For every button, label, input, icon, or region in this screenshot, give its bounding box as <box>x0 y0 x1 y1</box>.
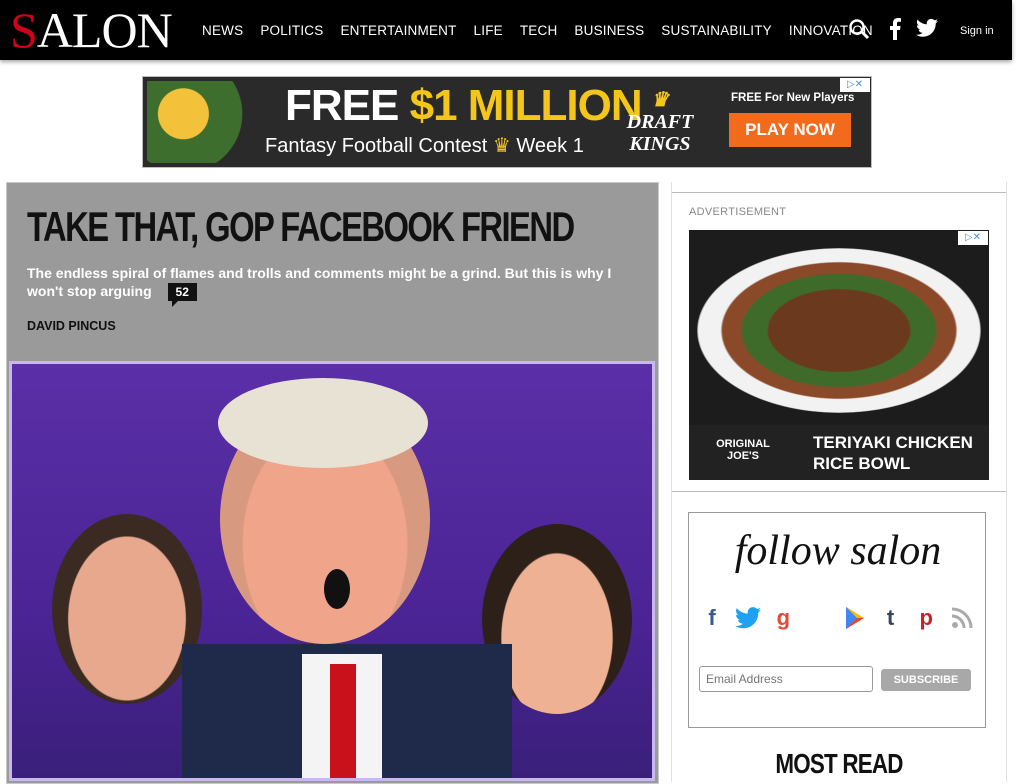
football-helmet-image <box>147 81 251 163</box>
twitter-icon[interactable] <box>734 603 761 638</box>
apple-icon[interactable] <box>806 603 832 638</box>
google-play-icon[interactable] <box>842 603 868 638</box>
sidebar-ad[interactable]: ORIGINAL JOE'S TERIYAKI CHICKEN RICE BOW… <box>689 230 989 480</box>
facebook-icon[interactable] <box>888 18 902 45</box>
article-author[interactable]: DAVID PINCUS <box>27 319 116 333</box>
search-icon[interactable] <box>848 18 870 45</box>
comment-count-badge[interactable]: 52 <box>167 283 197 308</box>
nav-news[interactable]: NEWS <box>202 23 243 38</box>
facebook-icon[interactable]: f <box>699 603 725 638</box>
divider <box>672 192 1006 193</box>
sidebar: ADVERTISEMENT ORIGINAL JOE'S TERIYAKI CH… <box>671 182 1007 782</box>
adchoices-icon[interactable]: ▷✕ <box>958 231 988 245</box>
article-hero-image[interactable] <box>9 361 655 781</box>
email-field[interactable] <box>699 666 873 692</box>
advertisement-label: ADVERTISEMENT <box>689 206 787 218</box>
salon-logo[interactable]: SALON <box>10 2 173 58</box>
rss-icon[interactable] <box>949 603 975 638</box>
pinterest-icon[interactable]: p <box>913 603 939 638</box>
nav-politics[interactable]: POLITICS <box>260 23 323 38</box>
play-now-button[interactable]: PLAY NOW <box>729 113 851 147</box>
ad-subline: Fantasy Football Contest ♛ Week 1 <box>265 135 584 157</box>
site-header: SALON NEWS POLITICS ENTERTAINMENT LIFE T… <box>0 0 1012 60</box>
ad-headline: FREE $1 MILLION <box>285 81 643 130</box>
nav-entertainment[interactable]: ENTERTAINMENT <box>340 23 456 38</box>
subscribe-button[interactable]: SUBSCRIBE <box>881 669 971 691</box>
tumblr-icon[interactable]: t <box>878 603 904 638</box>
most-read-heading: MOST READ <box>775 748 903 779</box>
divider <box>672 491 1006 492</box>
google-plus-icon[interactable]: g <box>770 603 796 638</box>
hero-photo-tie <box>330 664 356 778</box>
top-ad-banner[interactable]: FREE $1 MILLION Fantasy Football Contest… <box>142 76 872 168</box>
main-nav: NEWS POLITICS ENTERTAINMENT LIFE TECH BU… <box>202 0 873 60</box>
nav-life[interactable]: LIFE <box>474 23 503 38</box>
original-joes-logo: ORIGINAL JOE'S <box>716 438 770 462</box>
ad-dish-name: TERIYAKI CHICKEN RICE BOWL <box>813 433 973 473</box>
food-bowl-image <box>697 248 981 413</box>
crown-icon: ♛ <box>492 135 511 157</box>
hero-photo-hair <box>218 378 428 468</box>
adchoices-icon[interactable]: ▷✕ <box>840 78 870 92</box>
hero-photo-subject-left <box>52 514 202 704</box>
draftkings-logo: ♛ DRAFT KINGS <box>626 89 694 155</box>
nav-tech[interactable]: TECH <box>520 23 558 38</box>
ad-free-for-text: FREE For New Players <box>731 92 855 104</box>
article-title[interactable]: TAKE THAT, GOP FACEBOOK FRIEND <box>27 203 575 251</box>
hero-photo-microphone <box>324 569 350 609</box>
nav-business[interactable]: BUSINESS <box>574 23 644 38</box>
article-dek: The endless spiral of flames and trolls … <box>27 265 612 308</box>
twitter-icon[interactable] <box>916 18 938 43</box>
nav-sustainability[interactable]: SUSTAINABILITY <box>661 23 772 38</box>
follow-salon-title: follow salon <box>734 528 942 574</box>
social-links: f g t p <box>699 603 975 638</box>
sign-in-link[interactable]: Sign in <box>960 25 994 37</box>
featured-article: TAKE THAT, GOP FACEBOOK FRIEND The endle… <box>6 182 659 784</box>
follow-salon-box: follow salon f g t p SUBSCRIBE <box>688 512 986 728</box>
